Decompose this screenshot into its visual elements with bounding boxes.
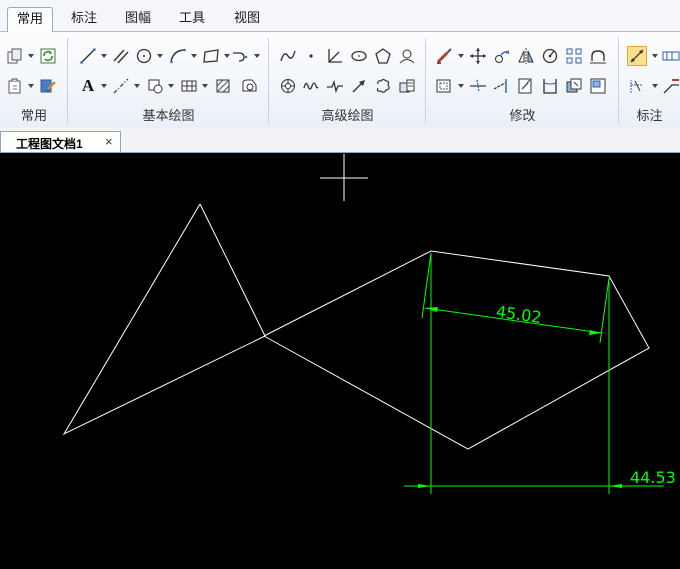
drawing-svg: 45.02 44.53 <box>62 154 676 494</box>
rotate-icon[interactable] <box>492 46 512 66</box>
dimension-text-horizontal[interactable]: 44.53 <box>630 468 676 487</box>
move-icon[interactable] <box>468 46 488 66</box>
polyline-main <box>263 250 650 450</box>
donut-icon[interactable] <box>278 76 298 96</box>
image-insert-icon[interactable] <box>397 76 417 96</box>
extend-icon[interactable] <box>492 76 512 96</box>
scale-icon[interactable] <box>540 46 560 66</box>
tab-annotate[interactable]: 标注 <box>62 7 106 31</box>
delete-icon[interactable] <box>434 46 454 66</box>
point-icon[interactable] <box>301 46 321 66</box>
ribbon-group-label: 常用 <box>20 108 47 123</box>
chevron-down-icon[interactable] <box>652 84 658 88</box>
ribbon: 常用 A 基本绘图 高级绘图 修改 标注 <box>0 32 680 129</box>
close-icon[interactable]: × <box>105 134 113 149</box>
chevron-down-icon[interactable] <box>134 84 140 88</box>
chevron-down-icon[interactable] <box>101 84 107 88</box>
drawing-geometry <box>62 203 650 450</box>
coordinate-dimension-icon[interactable] <box>627 76 647 96</box>
array-icon[interactable] <box>564 46 584 66</box>
ribbon-group-label: 基本绘图 <box>142 108 195 123</box>
center-line-icon[interactable] <box>111 76 131 96</box>
dimension-arrow <box>418 484 431 488</box>
leader-text-icon[interactable] <box>661 76 680 96</box>
document-tab[interactable]: 工程图文档1 × <box>0 131 121 152</box>
block-icon[interactable] <box>145 76 165 96</box>
fillet-icon[interactable] <box>540 76 560 96</box>
break-line-icon[interactable] <box>325 76 345 96</box>
circle-icon[interactable] <box>134 46 154 66</box>
chevron-down-icon[interactable] <box>202 84 208 88</box>
offset-icon[interactable] <box>434 76 454 96</box>
polyline-left <box>62 203 266 436</box>
tab-tools[interactable]: 工具 <box>170 7 214 31</box>
chevron-down-icon[interactable] <box>191 54 197 58</box>
chevron-down-icon[interactable] <box>28 54 34 58</box>
line-icon[interactable] <box>78 46 98 66</box>
arrow-icon[interactable] <box>349 76 369 96</box>
tab-sheet[interactable]: 图幅 <box>116 7 160 31</box>
cloud-line-icon[interactable] <box>373 76 393 96</box>
polyline-icon[interactable] <box>230 46 250 66</box>
tolerance-icon[interactable] <box>661 46 680 66</box>
ellipse-icon[interactable] <box>349 46 369 66</box>
arc-icon[interactable] <box>168 46 188 66</box>
ribbon-group-label: 修改 <box>509 108 536 123</box>
chevron-down-icon[interactable] <box>101 54 107 58</box>
stretch-icon[interactable] <box>588 46 608 66</box>
chevron-down-icon[interactable] <box>652 54 658 58</box>
break-icon[interactable] <box>516 76 536 96</box>
document-tab-bar: 工程图文档1 × <box>0 128 680 153</box>
paste-icon[interactable] <box>5 76 25 96</box>
document-tab-title: 工程图文档1 <box>16 137 83 151</box>
parallel-line-icon[interactable] <box>111 46 131 66</box>
ribbon-group-dimension: 标注 <box>619 32 680 128</box>
drawing-canvas[interactable]: 45.02 44.53 <box>0 153 680 569</box>
chevron-down-icon[interactable] <box>157 54 163 58</box>
ribbon-group-label: 标注 <box>636 108 663 123</box>
trim-icon[interactable] <box>468 76 488 96</box>
dimension-icon[interactable] <box>627 46 647 66</box>
ribbon-group-common: 常用 <box>0 32 68 128</box>
mirror-icon[interactable] <box>516 46 536 66</box>
profile-icon[interactable] <box>397 46 417 66</box>
format-painter-icon[interactable] <box>38 76 58 96</box>
chevron-down-icon[interactable] <box>254 54 260 58</box>
polygon-icon[interactable] <box>373 46 393 66</box>
ribbon-group-advanced-drawing: 高级绘图 <box>269 32 426 128</box>
refresh-icon[interactable] <box>38 46 58 66</box>
text-tool-icon[interactable]: A <box>78 76 98 96</box>
table-icon[interactable] <box>179 76 199 96</box>
boundary-icon[interactable] <box>239 76 259 96</box>
chevron-down-icon[interactable] <box>168 84 174 88</box>
dimension-text-aligned[interactable]: 45.02 <box>495 302 543 327</box>
ribbon-group-label: 高级绘图 <box>321 108 374 123</box>
tab-view[interactable]: 视图 <box>225 7 269 31</box>
tab-home[interactable]: 常用 <box>7 7 54 32</box>
spline-icon[interactable] <box>278 46 298 66</box>
menu-bar: 常用 标注 图幅 工具 视图 <box>0 0 680 32</box>
wave-line-icon[interactable] <box>301 76 321 96</box>
hatch-icon[interactable] <box>213 76 233 96</box>
ribbon-group-basic-drawing: A 基本绘图 <box>68 32 269 128</box>
ribbon-group-modify: 修改 <box>426 32 619 128</box>
dimension-arrow <box>609 484 622 488</box>
copy-icon[interactable] <box>5 46 25 66</box>
explode-icon[interactable] <box>588 76 608 96</box>
chevron-down-icon[interactable] <box>458 54 464 58</box>
angle-line-icon[interactable] <box>325 46 345 66</box>
chevron-down-icon[interactable] <box>458 84 464 88</box>
rectangle-icon[interactable] <box>201 46 221 66</box>
dimension-annotations <box>404 252 664 494</box>
chevron-down-icon[interactable] <box>28 84 34 88</box>
chamfer-icon[interactable] <box>564 76 584 96</box>
crosshair-cursor <box>320 154 368 201</box>
